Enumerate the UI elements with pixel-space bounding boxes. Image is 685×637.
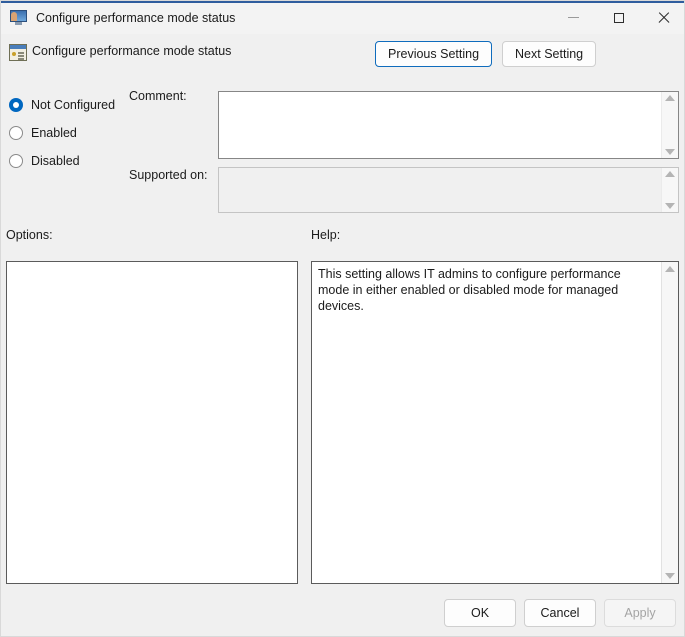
setting-header: Configure performance mode status Previo… [1, 41, 684, 77]
supported-on-value [219, 168, 661, 212]
maximize-button[interactable] [596, 1, 641, 34]
comment-field[interactable] [218, 91, 679, 159]
minimize-button[interactable] [551, 1, 596, 34]
supported-on-field [218, 167, 679, 213]
window-controls [551, 1, 684, 34]
close-button[interactable] [641, 1, 684, 34]
radio-not-configured-indicator[interactable] [9, 98, 23, 112]
comment-scrollbar[interactable] [661, 92, 678, 158]
radio-disabled-label: Disabled [31, 154, 80, 168]
comment-input[interactable] [219, 92, 661, 158]
radio-disabled-indicator[interactable] [9, 154, 23, 168]
comment-label: Comment: [129, 89, 187, 103]
apply-button: Apply [604, 599, 676, 627]
scroll-up-icon[interactable] [665, 266, 675, 272]
close-icon [658, 12, 670, 24]
setting-navigation: Previous Setting Next Setting [375, 41, 597, 67]
cancel-button[interactable]: Cancel [524, 599, 596, 627]
help-scrollbar[interactable] [661, 262, 678, 583]
scroll-down-icon[interactable] [665, 573, 675, 579]
minimize-icon [568, 17, 579, 18]
scroll-up-icon[interactable] [665, 171, 675, 177]
supported-on-scrollbar[interactable] [661, 168, 678, 212]
options-label: Options: [6, 228, 53, 242]
window-title: Configure performance mode status [36, 10, 236, 25]
radio-enabled[interactable]: Enabled [9, 119, 209, 147]
setting-title: Configure performance mode status [32, 44, 232, 58]
help-text: This setting allows IT admins to configu… [318, 267, 621, 313]
scroll-up-icon[interactable] [665, 95, 675, 101]
radio-not-configured-label: Not Configured [31, 98, 116, 112]
setting-state-group: Not Configured Enabled Disabled [9, 91, 209, 175]
next-setting-button[interactable]: Next Setting [502, 41, 597, 67]
scroll-down-icon[interactable] [665, 203, 675, 209]
previous-setting-button[interactable]: Previous Setting [375, 41, 493, 67]
title-bar: Configure performance mode status [1, 1, 684, 34]
scroll-down-icon[interactable] [665, 149, 675, 155]
options-content [7, 262, 297, 583]
policy-setting-dialog: Configure performance mode status Config… [0, 0, 685, 637]
options-panel[interactable] [6, 261, 298, 584]
help-panel: This setting allows IT admins to configu… [311, 261, 679, 584]
ok-button[interactable]: OK [444, 599, 516, 627]
supported-on-label: Supported on: [129, 168, 208, 182]
computer-user-icon [10, 9, 27, 26]
dialog-footer: OK Cancel Apply [444, 599, 676, 627]
help-label: Help: [311, 228, 341, 242]
policy-setting-icon [9, 44, 27, 61]
radio-enabled-label: Enabled [31, 126, 77, 140]
maximize-icon [613, 12, 624, 23]
radio-enabled-indicator[interactable] [9, 126, 23, 140]
